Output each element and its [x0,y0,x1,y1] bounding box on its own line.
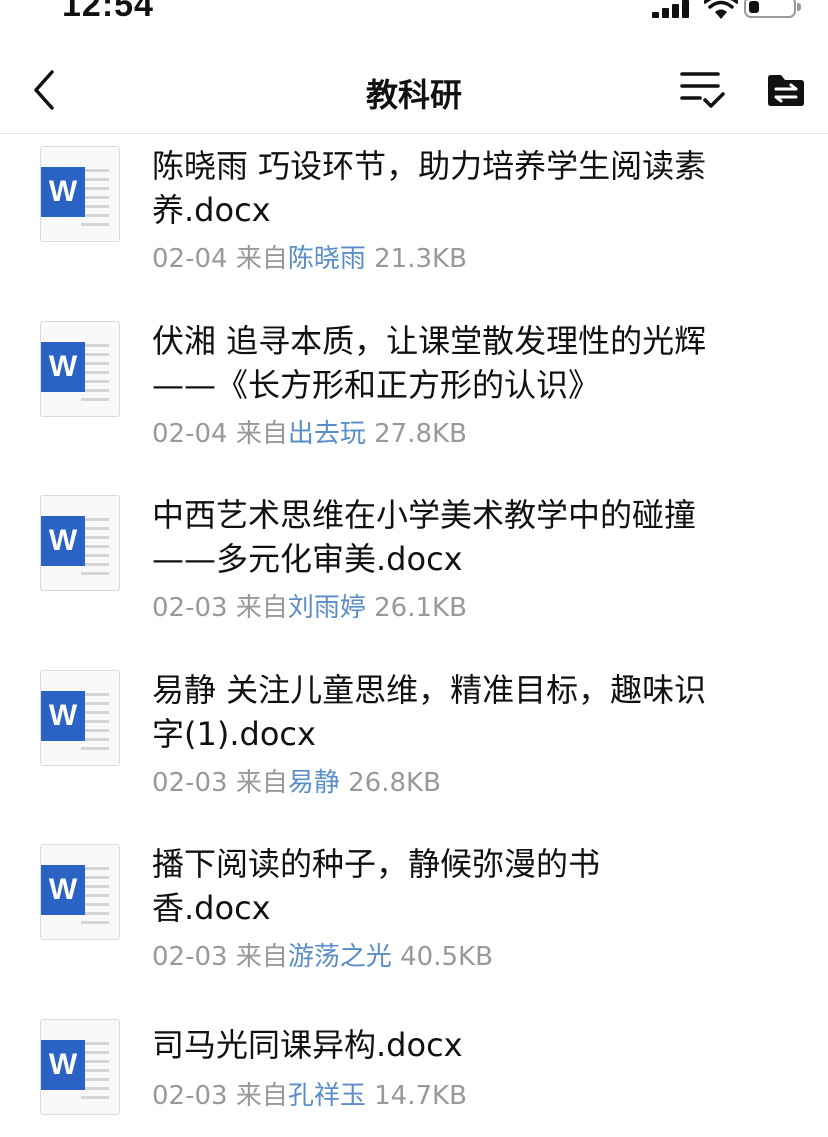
file-name: 陈晓雨 巧设环节，助力培养学生阅读素养.docx [152,147,707,229]
file-meta: 02-03 来自孔祥玉 14.7KB [152,1075,467,1112]
list-check-icon [680,72,725,108]
file-sender[interactable]: 易静 [288,768,340,798]
file-from: 来自 [235,244,288,274]
file-meta: 02-03 来自易静 26.8KB [152,762,441,799]
wifi-icon [704,0,738,19]
file-item[interactable]: W 播下阅读的种子，静候弥漫的书香.docx 02-03 来自游荡之光 40.5… [0,832,828,1002]
file-size: 21.3KB [374,244,467,274]
file-from: 来自 [235,768,288,798]
file-sender[interactable]: 刘雨婷 [288,593,366,623]
file-from: 来自 [235,1081,288,1111]
file-item[interactable]: W 陈晓雨 巧设环节，助力培养学生阅读素养.docx 02-04 来自陈晓雨 2… [0,134,828,304]
file-item[interactable]: W 易静 关注儿童思维，精准目标，趣味识字(1).docx 02-03 来自易静… [0,658,828,828]
word-doc-icon: W [40,146,120,242]
file-size: 40.5KB [400,942,493,972]
word-doc-icon: W [40,321,120,417]
file-name: 司马光同课异构.docx [152,1026,463,1064]
file-item[interactable]: W 司马光同课异构.docx 02-03 来自孔祥玉 14.7KB [0,1007,828,1137]
file-item[interactable]: W 伏湘 追寻本质，让课堂散发理性的光辉——《长方形和正方形的认识》 02-04… [0,309,828,479]
status-bar: 12:54 [0,0,828,40]
file-from: 来自 [235,942,288,972]
file-from: 来自 [235,419,288,449]
file-sender[interactable]: 出去玩 [288,419,366,449]
status-time: 12:54 [62,0,154,24]
file-meta: 02-03 来自刘雨婷 26.1KB [152,587,467,624]
file-size: 27.8KB [374,419,467,449]
file-meta: 02-04 来自陈晓雨 21.3KB [152,238,467,275]
file-size: 26.8KB [348,768,441,798]
nav-bar: 教科研 [0,44,828,134]
transfer-folder-button[interactable] [766,70,806,110]
file-date: 02-03 [152,1081,228,1111]
battery-icon [744,0,801,18]
file-item[interactable]: W 中西艺术思维在小学美术教学中的碰撞——多元化审美.docx 02-03 来自… [0,483,828,653]
file-meta: 02-04 来自出去玩 27.8KB [152,413,467,450]
file-meta: 02-03 来自游荡之光 40.5KB [152,936,493,973]
file-sender[interactable]: 孔祥玉 [288,1081,366,1111]
file-name: 播下阅读的种子，静候弥漫的书香.docx [152,845,601,927]
file-date: 02-04 [152,244,228,274]
word-doc-icon: W [40,495,120,591]
file-from: 来自 [235,593,288,623]
file-size: 14.7KB [374,1081,467,1111]
file-size: 26.1KB [374,593,467,623]
file-date: 02-03 [152,768,228,798]
file-date: 02-03 [152,593,228,623]
file-date: 02-03 [152,942,228,972]
file-name: 易静 关注儿童思维，精准目标，趣味识字(1).docx [152,671,707,753]
word-doc-icon: W [40,670,120,766]
file-date: 02-04 [152,419,228,449]
file-sender[interactable]: 陈晓雨 [288,244,366,274]
folder-transfer-icon [768,75,804,106]
cellular-signal-icon [652,0,689,20]
file-name: 伏湘 追寻本质，让课堂散发理性的光辉——《长方形和正方形的认识》 [152,322,707,404]
sort-filter-button[interactable] [678,68,726,112]
word-doc-icon: W [40,844,120,940]
file-sender[interactable]: 游荡之光 [288,942,392,972]
word-doc-icon: W [40,1019,120,1115]
file-name: 中西艺术思维在小学美术教学中的碰撞——多元化审美.docx [152,496,697,578]
